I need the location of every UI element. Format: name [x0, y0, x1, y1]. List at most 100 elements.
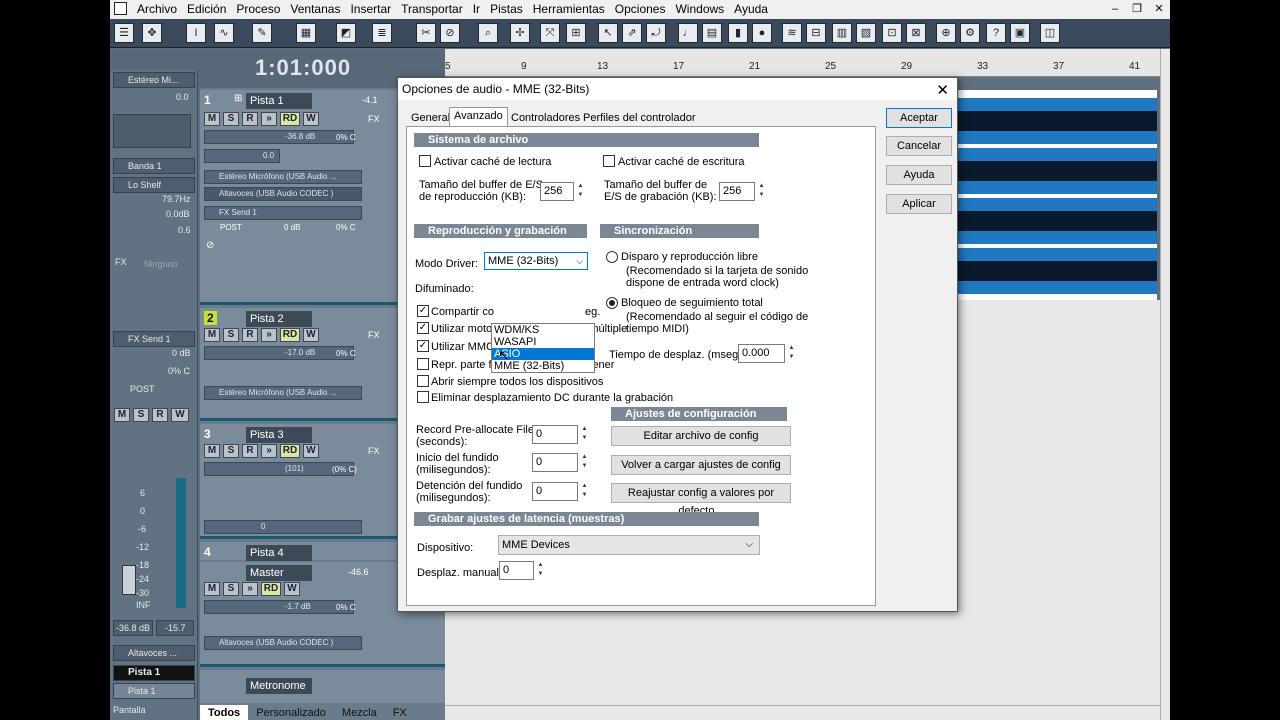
inspector-write-button[interactable]: W: [171, 408, 189, 422]
rec-button[interactable]: R: [242, 112, 258, 126]
event-list-icon[interactable]: ⊠: [906, 23, 926, 43]
dc-offset-checkbox[interactable]: [417, 391, 429, 403]
engine-checkbox[interactable]: ✓: [417, 322, 429, 334]
rec-buffer-spinner[interactable]: ▲ ▼: [757, 182, 766, 201]
tab-personalizado[interactable]: Personalizado: [248, 705, 334, 720]
track-input-select[interactable]: Estéreo Micrófono (USB Audio ...: [204, 386, 362, 400]
write-cache-checkbox[interactable]: [603, 155, 615, 167]
link-icon[interactable]: ⇗: [622, 23, 642, 43]
menu-insertar[interactable]: Insertar: [345, 0, 396, 18]
track-name[interactable]: Pista 4: [246, 545, 312, 561]
eq-freq[interactable]: 79.7Hz: [162, 194, 191, 204]
offset-spinner[interactable]: ▲ ▼: [787, 344, 796, 363]
cancel-button[interactable]: Cancelar: [886, 136, 952, 156]
inspector-post[interactable]: POST: [130, 384, 155, 394]
inspector-mute-button[interactable]: M: [114, 408, 130, 422]
volume-slider[interactable]: -17.0 dB: [204, 346, 354, 360]
eq-band-select[interactable]: Banda 1: [113, 158, 195, 174]
track-view-icon[interactable]: ☰: [114, 23, 134, 43]
inspector-output[interactable]: Altavoces ...: [113, 645, 195, 661]
mute-tool-icon[interactable]: ⊘: [440, 23, 460, 43]
read-button[interactable]: RD: [261, 582, 281, 596]
select-tool-icon[interactable]: ✥: [142, 23, 162, 43]
menu-archivo[interactable]: Archivo: [132, 0, 182, 18]
effects-icon[interactable]: ≋: [782, 23, 802, 43]
layout-icon[interactable]: ▣: [1010, 23, 1030, 43]
timeline-ruler[interactable]: 5 9 13 17 21 25 29 33 37 41: [445, 49, 1160, 77]
apply-button[interactable]: Aplicar: [886, 194, 952, 214]
inspector-send-pan[interactable]: 0% C: [168, 366, 190, 376]
pan-value[interactable]: 0% C: [336, 349, 356, 358]
track-output-select[interactable]: Altavoces (USB Audio CODEC ): [204, 636, 362, 650]
track-name[interactable]: Master: [246, 565, 312, 581]
zoom-icon[interactable]: ⌕: [478, 23, 498, 43]
eq-gain[interactable]: 0.0dB: [166, 209, 190, 219]
fader-db[interactable]: -36.8 dB: [113, 620, 153, 636]
read-button[interactable]: RD: [280, 444, 300, 458]
close-window-button[interactable]: ✕: [1148, 0, 1170, 19]
reset-config-button[interactable]: Reajustar config a valores por defecto..…: [611, 483, 791, 517]
help-button[interactable]: Ayuda: [886, 165, 952, 185]
loop-icon[interactable]: ⤾: [646, 23, 666, 43]
manual-offset-spinner[interactable]: ▲ ▼: [536, 561, 545, 580]
tab-todos[interactable]: Todos: [200, 705, 249, 720]
input-monitor-icon[interactable]: »: [261, 444, 277, 458]
rec-button[interactable]: R: [242, 444, 258, 458]
lock-sync-radio[interactable]: [606, 297, 618, 309]
mmcss-checkbox[interactable]: ✓: [417, 340, 429, 352]
device-select[interactable]: MME Devices ⌵: [498, 535, 760, 555]
input-monitor-icon[interactable]: »: [242, 582, 258, 596]
input-monitor-icon[interactable]: »: [261, 328, 277, 342]
audio-clips[interactable]: [953, 90, 1157, 300]
settings-icon[interactable]: ⚙: [960, 23, 980, 43]
send-post[interactable]: POST: [220, 223, 242, 232]
eq-q[interactable]: 0.6: [178, 225, 191, 235]
tempo-icon[interactable]: ⊕: [936, 23, 956, 43]
trim-slider[interactable]: 0.0: [204, 149, 280, 163]
manual-offset-input[interactable]: 0: [499, 561, 534, 580]
list-view-icon[interactable]: ≣: [372, 23, 392, 43]
write-button[interactable]: W: [303, 444, 319, 458]
pan-value[interactable]: (0% C): [332, 465, 357, 474]
fadeout-spinner[interactable]: ▲ ▼: [580, 482, 589, 501]
fader-handle[interactable]: [122, 565, 136, 595]
envelope-tool-icon[interactable]: ∿: [214, 23, 234, 43]
input-monitor-icon[interactable]: »: [261, 112, 277, 126]
fx-send-select[interactable]: FX Send 1: [204, 206, 362, 220]
send-pan[interactable]: 0% C: [336, 223, 356, 232]
display-label[interactable]: Pantalla: [113, 705, 146, 715]
write-button[interactable]: W: [284, 582, 300, 596]
tab-avanzado[interactable]: Avanzado: [449, 107, 508, 127]
edit-config-button[interactable]: Editar archivo de config: [611, 426, 791, 446]
track-name[interactable]: Pista 2: [246, 311, 312, 327]
grid-icon[interactable]: ▦: [296, 23, 316, 43]
ok-button[interactable]: Aceptar: [886, 108, 952, 128]
tab-perfiles[interactable]: Perfiles del controlador: [578, 109, 701, 127]
staff-icon[interactable]: ▧: [856, 23, 876, 43]
menu-windows[interactable]: Windows: [670, 0, 729, 18]
read-cache-checkbox[interactable]: [419, 155, 431, 167]
inspector-fx-send[interactable]: FX Send 1: [113, 331, 195, 347]
volume-slider[interactable]: -36.8 dB: [204, 130, 354, 144]
share-checkbox[interactable]: ✓: [417, 305, 429, 317]
menu-ayuda[interactable]: Ayuda: [729, 0, 773, 18]
reload-config-button[interactable]: Volver a cargar ajustes de config: [611, 455, 791, 475]
inspector-send-db[interactable]: 0 dB: [172, 348, 191, 358]
driver-mode-select[interactable]: MME (32-Bits) ⌵: [484, 252, 588, 270]
sync-icon[interactable]: ⊡: [882, 23, 902, 43]
offset-input[interactable]: 0.000: [738, 344, 785, 363]
menu-pistas[interactable]: Pistas: [485, 0, 528, 18]
scissors-icon[interactable]: ✂: [416, 23, 436, 43]
eq-filter-select[interactable]: Lo Shelf: [113, 177, 195, 193]
solo-button[interactable]: S: [223, 328, 239, 342]
selected-track-name[interactable]: Pista 1: [113, 665, 195, 681]
write-button[interactable]: W: [303, 112, 319, 126]
menu-edicion[interactable]: Edición: [182, 0, 231, 18]
inspector-fx-slot[interactable]: Ninguno: [144, 259, 178, 269]
read-button[interactable]: RD: [280, 328, 300, 342]
snap-icon[interactable]: ◩: [336, 23, 356, 43]
solo-button[interactable]: S: [223, 112, 239, 126]
app-icon[interactable]: [114, 2, 127, 15]
clip-icon[interactable]: ▤: [702, 23, 722, 43]
tab-controladores[interactable]: Controladores: [506, 109, 585, 127]
